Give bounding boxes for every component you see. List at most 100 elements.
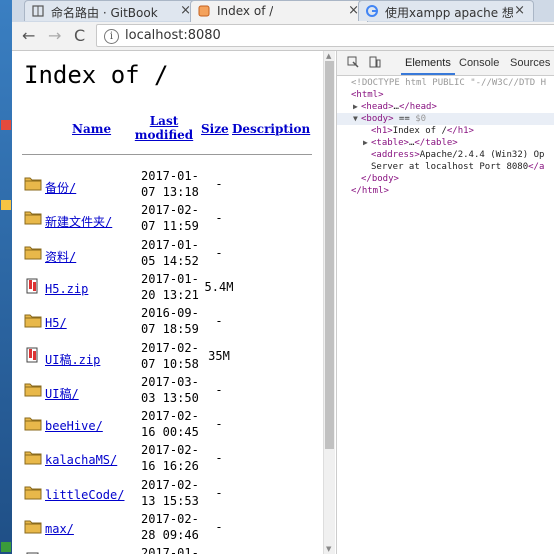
list-item: kalachaMS/2017-02- 16 16:26- bbox=[12, 442, 323, 476]
devtools-tab-sources[interactable]: Sources bbox=[510, 57, 550, 69]
file-size: - bbox=[215, 520, 223, 534]
file-size: - bbox=[215, 451, 223, 466]
column-name[interactable]: Name bbox=[72, 122, 111, 136]
list-item: beeHive/2017-02- 16 00:45- bbox=[12, 408, 323, 442]
dom-node-text: <h1>Index of /</h1> bbox=[371, 126, 474, 136]
dom-node-text: </body> bbox=[361, 174, 399, 184]
tab-title: 命名路由 · GitBook bbox=[51, 6, 158, 20]
file-link[interactable]: UI稿.zip bbox=[45, 351, 100, 368]
address-bar[interactable]: i localhost:8080 bbox=[96, 24, 554, 47]
column-last-modified[interactable]: Last modified bbox=[134, 114, 194, 142]
column-last-modified-line1: Last bbox=[149, 114, 179, 128]
desktop-icon[interactable] bbox=[1, 542, 11, 552]
tab-title: Index of / bbox=[217, 4, 274, 18]
dom-node[interactable]: Server at localhost Port 8080</a bbox=[337, 161, 554, 173]
list-item: H5.zip 2017-01- 20 13:21 5.4M bbox=[12, 271, 323, 305]
desktop-background bbox=[0, 0, 12, 554]
file-link[interactable]: max/ bbox=[45, 522, 74, 536]
dom-node[interactable]: <address>Apache/2.4.4 (Win32) Op bbox=[337, 149, 554, 161]
column-description[interactable]: Description bbox=[232, 122, 310, 136]
expand-triangle-icon[interactable]: ▶ bbox=[353, 101, 361, 113]
page-scrollbar[interactable]: ▲ ▼ bbox=[323, 51, 335, 554]
folder-icon bbox=[24, 484, 42, 500]
dom-tree: <!DOCTYPE html PUBLIC "-//W3C//DTD H <htm… bbox=[337, 77, 554, 197]
tab-title: 使用xampp apache 想ü bbox=[385, 6, 513, 20]
file-link[interactable]: H5/ bbox=[45, 316, 67, 330]
zip-icon bbox=[24, 347, 42, 363]
dom-node-text: <!DOCTYPE html PUBLIC "-//W3C//DTD H bbox=[351, 78, 547, 88]
expand-triangle-icon[interactable]: ▼ bbox=[353, 113, 361, 125]
devtools-tab-elements[interactable]: Elements bbox=[401, 57, 455, 75]
desktop-icon[interactable] bbox=[1, 120, 11, 130]
close-icon[interactable]: × bbox=[514, 3, 525, 18]
tab-index[interactable]: Index of / × bbox=[190, 0, 368, 22]
folder-icon bbox=[24, 175, 42, 191]
dom-node-text: Server at localhost Port 8080</a bbox=[371, 162, 545, 172]
dom-node[interactable]: ▶ <head>…</head> bbox=[337, 101, 554, 113]
page-icon bbox=[198, 5, 210, 17]
file-link[interactable]: beeHive/ bbox=[45, 419, 103, 433]
column-last-modified-line2: modified bbox=[134, 128, 194, 142]
dom-node[interactable]: ▶ <table>…</table> bbox=[337, 137, 554, 149]
folder-icon bbox=[24, 381, 42, 397]
book-icon bbox=[32, 5, 44, 17]
browser-toolbar: ← → C i localhost:8080 bbox=[12, 22, 554, 51]
file-link[interactable]: kalachaMS/ bbox=[45, 453, 117, 467]
page-title: Index of / bbox=[24, 61, 169, 89]
list-item: 备份/2017-01- 07 13:18- bbox=[12, 168, 323, 202]
file-size: - bbox=[215, 382, 223, 397]
file-link[interactable]: H5.zip bbox=[45, 282, 88, 296]
folder-icon bbox=[24, 449, 42, 465]
file-link[interactable]: 资料/ bbox=[45, 248, 76, 265]
scroll-up-icon[interactable]: ▲ bbox=[326, 52, 331, 60]
file-size: - bbox=[215, 417, 223, 432]
forward-button[interactable]: → bbox=[48, 26, 61, 45]
list-item: 资料/2017-01- 05 14:52- bbox=[12, 237, 323, 271]
devtools-panel: Elements Console Sources <!DOCTYPE html … bbox=[336, 51, 554, 554]
back-button[interactable]: ← bbox=[22, 26, 35, 45]
page-viewport: Index of / Name Last modified Size Descr… bbox=[12, 51, 323, 554]
folder-icon bbox=[24, 209, 42, 225]
list-item: H5/2016-09- 07 18:59- bbox=[12, 305, 323, 339]
tab-xampp[interactable]: 使用xampp apache 想ü × bbox=[358, 0, 534, 21]
info-icon[interactable]: i bbox=[104, 29, 119, 44]
dom-node-text: <html> bbox=[351, 90, 384, 100]
folder-icon bbox=[24, 415, 42, 431]
device-toolbar-icon[interactable] bbox=[369, 56, 381, 68]
devtools-tabbar: Elements Console Sources bbox=[337, 51, 554, 76]
scroll-down-icon[interactable]: ▼ bbox=[326, 545, 331, 553]
expand-triangle-icon[interactable]: ▶ bbox=[363, 137, 371, 149]
dom-node[interactable]: <html> bbox=[337, 89, 554, 101]
file-size: - bbox=[215, 177, 223, 191]
file-link[interactable]: 备份/ bbox=[45, 179, 76, 196]
file-link[interactable]: littleCode/ bbox=[45, 488, 124, 502]
reload-button[interactable]: C bbox=[74, 26, 85, 45]
desktop-edge bbox=[0, 0, 12, 554]
header-rule bbox=[22, 154, 312, 155]
file-size: 35M bbox=[208, 348, 230, 363]
tab-gitbook[interactable]: 命名路由 · GitBook × bbox=[24, 0, 200, 21]
file-size: - bbox=[215, 211, 223, 226]
folder-icon bbox=[24, 518, 42, 534]
list-item: max/2017-02- 28 09:46- bbox=[12, 511, 323, 545]
dom-node-text: <address>Apache/2.4.4 (Win32) Op bbox=[371, 150, 545, 160]
dom-node[interactable]: <!DOCTYPE html PUBLIC "-//W3C//DTD H bbox=[337, 77, 554, 89]
desktop-icon[interactable] bbox=[1, 200, 11, 210]
inspect-icon[interactable] bbox=[347, 56, 359, 68]
list-item: 新建文件夹/2017-02- 07 11:59- bbox=[12, 202, 323, 236]
list-item: npm-2017-01- bbox=[12, 545, 323, 554]
devtools-tab-console[interactable]: Console bbox=[459, 57, 499, 69]
dom-node[interactable]: ▼ <body> == $0 bbox=[337, 113, 554, 125]
column-size[interactable]: Size bbox=[201, 122, 229, 136]
scrollbar-thumb[interactable] bbox=[325, 61, 334, 449]
dom-node-text: </html> bbox=[351, 186, 389, 196]
url-text[interactable]: localhost:8080 bbox=[125, 28, 221, 43]
dom-node[interactable]: </html> bbox=[337, 185, 554, 197]
dom-node[interactable]: </body> bbox=[337, 173, 554, 185]
zip-icon bbox=[24, 278, 42, 294]
dom-node[interactable]: <h1>Index of /</h1> bbox=[337, 125, 554, 137]
google-icon bbox=[366, 5, 378, 17]
file-link[interactable]: 新建文件夹/ bbox=[45, 213, 112, 230]
list-item: littleCode/2017-02- 13 15:53- bbox=[12, 477, 323, 511]
file-link[interactable]: UI稿/ bbox=[45, 385, 79, 402]
